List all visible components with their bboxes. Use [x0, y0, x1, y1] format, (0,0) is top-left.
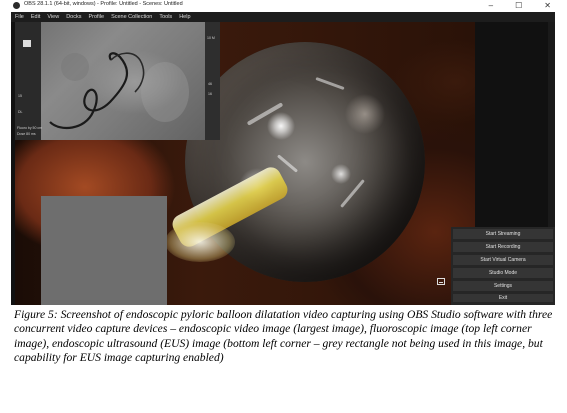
menu-bar: File Edit View Docks Profile Scene Colle… — [11, 12, 555, 22]
start-recording-button[interactable]: Start Recording — [453, 242, 553, 252]
start-streaming-button[interactable]: Start Streaming — [453, 229, 553, 239]
menu-tools[interactable]: Tools — [159, 14, 172, 20]
figure-caption: Figure 5: Screenshot of endoscopic pylor… — [14, 308, 553, 364]
obs-app-icon — [13, 2, 20, 9]
menu-file[interactable]: File — [15, 14, 24, 20]
close-button[interactable]: ✕ — [544, 0, 551, 12]
menu-profile[interactable]: Profile — [88, 14, 104, 20]
guidewire-loop — [49, 52, 189, 130]
menu-docks[interactable]: Docks — [66, 14, 81, 20]
maximize-button[interactable]: ☐ — [515, 0, 522, 12]
menu-edit[interactable]: Edit — [31, 14, 40, 20]
catheter-glare — [165, 222, 235, 262]
menu-scene-collection[interactable]: Scene Collection — [111, 14, 152, 20]
preview-canvas[interactable]: 15 DL Fluoro by 50 cm Dose 80 ms 10 M 46… — [11, 22, 555, 305]
menu-view[interactable]: View — [47, 14, 59, 20]
title-bar: OBS 28.1.1 (64-bit, windows) - Profile: … — [11, 0, 555, 12]
fluoroscopic-video-source[interactable]: 15 DL Fluoro by 50 cm Dose 80 ms 10 M 46… — [15, 22, 220, 140]
fluoro-label-top-right: 10 M — [207, 36, 215, 40]
minimize-button[interactable]: – — [489, 0, 493, 12]
start-virtual-camera-button[interactable]: Start Virtual Camera — [453, 255, 553, 265]
fullscreen-icon[interactable] — [437, 278, 445, 285]
settings-button[interactable]: Settings — [453, 281, 553, 291]
obs-window: OBS 28.1.1 (64-bit, windows) - Profile: … — [11, 0, 555, 305]
preview-scrollbar[interactable] — [548, 22, 555, 227]
exit-button[interactable]: Exit — [453, 294, 553, 302]
controls-dock: Start Streaming Start Recording Start Vi… — [451, 227, 555, 305]
window-title: OBS 28.1.1 (64-bit, windows) - Profile: … — [24, 1, 183, 7]
menu-help[interactable]: Help — [179, 14, 190, 20]
fluoro-label-right-b: 16 — [208, 92, 212, 96]
fluoro-label-right-a: 46 — [208, 82, 212, 86]
studio-mode-button[interactable]: Studio Mode — [453, 268, 553, 278]
eus-video-source-placeholder[interactable] — [41, 196, 167, 305]
